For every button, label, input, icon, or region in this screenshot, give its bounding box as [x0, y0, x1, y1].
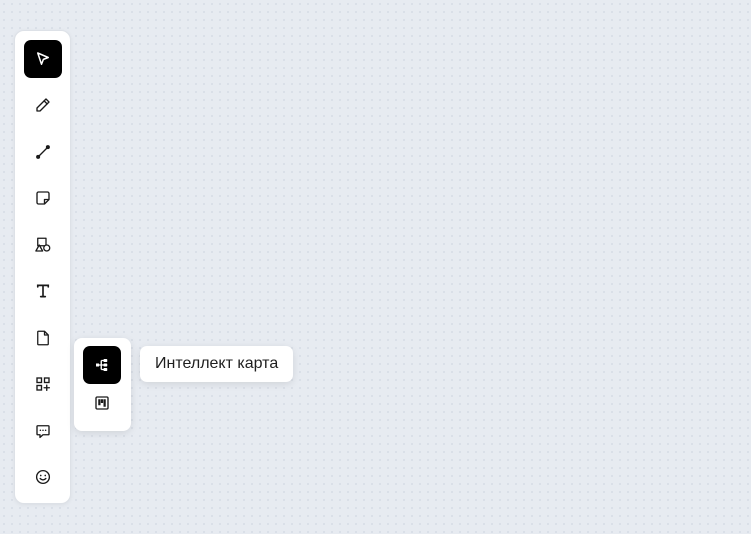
comment-tool-button[interactable]	[24, 412, 62, 450]
comment-icon	[36, 425, 50, 439]
sticky-note-tool-button[interactable]	[24, 179, 62, 217]
document-icon	[37, 330, 49, 346]
text-tool-button[interactable]	[24, 272, 62, 310]
mind-map-button[interactable]	[83, 346, 121, 384]
connector-tool-button[interactable]	[24, 133, 62, 171]
document-tool-button[interactable]	[24, 319, 62, 357]
sticky-note-icon	[36, 191, 50, 205]
add-widget-icon	[36, 377, 51, 392]
connector-line-icon	[36, 145, 50, 159]
pen-tool-button[interactable]	[24, 86, 62, 124]
add-widget-tool-button[interactable]	[24, 365, 62, 403]
shapes-icon	[35, 237, 51, 252]
pencil-icon	[36, 98, 50, 112]
kanban-board-button[interactable]	[83, 384, 121, 422]
emoji-tool-button[interactable]	[24, 458, 62, 496]
widget-flyout-menu	[74, 338, 131, 431]
mind-map-tooltip: Интеллект карта	[140, 346, 294, 382]
main-toolbar	[14, 30, 71, 504]
cursor-icon	[37, 52, 49, 65]
emoji-icon	[35, 469, 51, 485]
text-icon	[36, 284, 50, 298]
select-tool-button[interactable]	[24, 40, 62, 78]
shapes-tool-button[interactable]	[24, 226, 62, 264]
mind-map-icon	[96, 359, 108, 371]
kanban-board-icon	[95, 396, 109, 410]
